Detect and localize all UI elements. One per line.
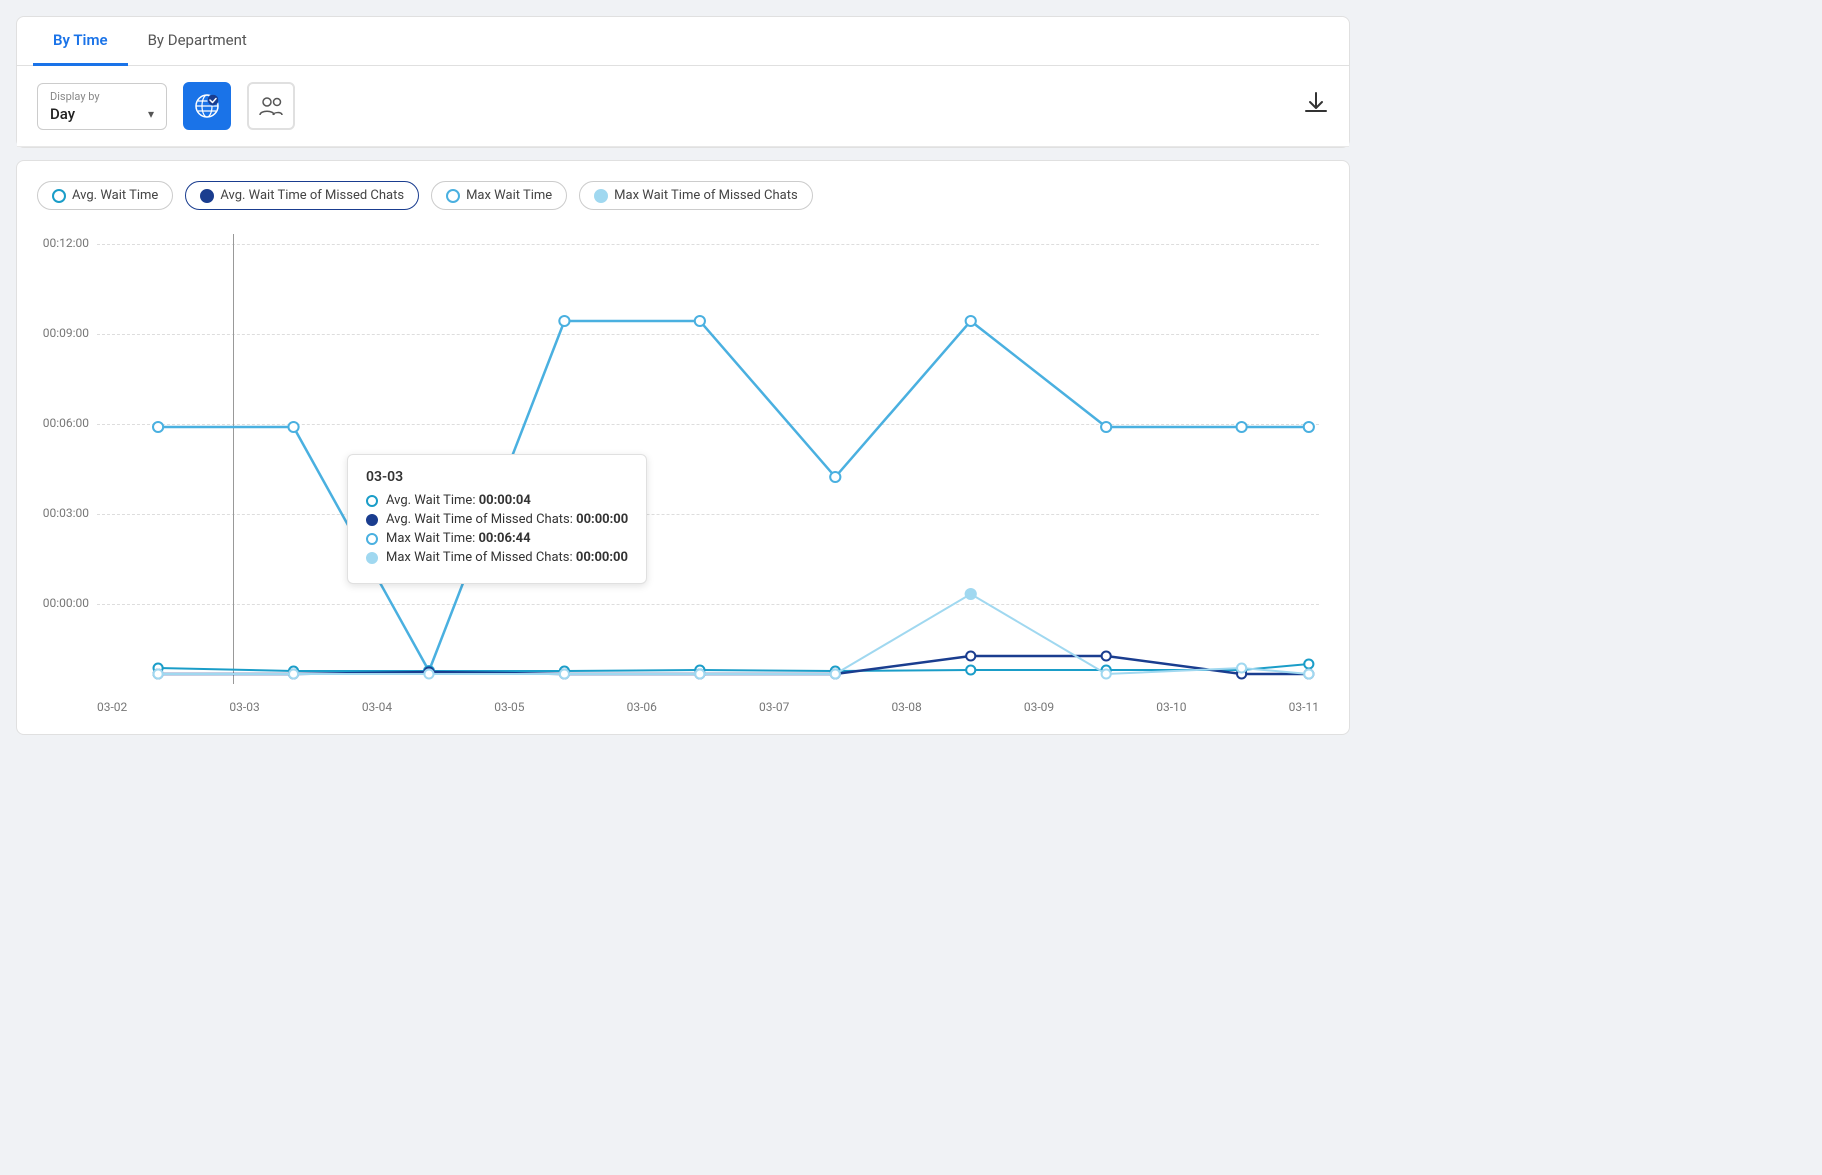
y-label-3: 00:03:00: [37, 506, 89, 520]
chevron-down-icon: ▾: [148, 107, 154, 121]
dot-maxm-2: [289, 670, 298, 679]
y-label-2: 00:06:00: [37, 416, 89, 430]
dot-avg-7: [966, 666, 975, 675]
globe-icon: [193, 92, 221, 120]
tooltip-row-1: Avg. Wait Time of Missed Chats: 00:00:00: [366, 512, 628, 527]
team-icon-button[interactable]: [247, 82, 295, 130]
tab-by-department[interactable]: By Department: [128, 17, 267, 66]
chart-svg: [97, 234, 1319, 684]
legend-dot-avg-missed: [200, 189, 214, 203]
legend-max-wait-time-missed[interactable]: Max Wait Time of Missed Chats: [579, 181, 813, 210]
x-label-7: 03-09: [1024, 700, 1054, 714]
dot-maxm-9: [1237, 664, 1246, 673]
dot-max-wait-7: [966, 316, 976, 326]
controls-section: Display by Day ▾: [17, 66, 1349, 147]
dot-max-wait-2: [288, 422, 298, 432]
dot-max-wait-8: [1101, 422, 1111, 432]
tooltip-dot-0: [366, 495, 378, 507]
x-label-4: 03-06: [627, 700, 657, 714]
tooltip-row-0: Avg. Wait Time: 00:00:04: [366, 493, 628, 508]
legend-dot-avg: [52, 189, 66, 203]
line-max-wait-time: [158, 321, 1309, 671]
chart-area: 00:12:00 00:09:00 00:06:00 00:03:00 00:0…: [37, 234, 1329, 714]
download-button[interactable]: [1303, 90, 1329, 122]
x-label-5: 03-07: [759, 700, 789, 714]
dot-maxm-3: [424, 670, 433, 679]
controls-left: Display by Day ▾: [37, 82, 295, 130]
display-by-label: Display by: [50, 90, 154, 103]
display-by-value: Day: [50, 105, 75, 123]
globe-icon-button[interactable]: [183, 82, 231, 130]
x-axis: 03-02 03-03 03-04 03-05 03-06 03-07 03-0…: [97, 700, 1319, 714]
y-label-0: 00:12:00: [37, 236, 89, 250]
x-label-6: 03-08: [891, 700, 921, 714]
dot-max-wait-10: [1304, 422, 1314, 432]
dot-max-wait-6: [830, 472, 840, 482]
dot-maxm-4: [560, 670, 569, 679]
tooltip-row-2: Max Wait Time: 00:06:44: [366, 531, 628, 546]
x-label-0: 03-02: [97, 700, 127, 714]
legend-avg-wait-time-missed[interactable]: Avg. Wait Time of Missed Chats: [185, 181, 419, 210]
legend-dot-max: [446, 189, 460, 203]
tooltip-dot-1: [366, 514, 378, 526]
chart-section: Avg. Wait Time Avg. Wait Time of Missed …: [16, 160, 1350, 735]
legend-dot-max-missed: [594, 189, 608, 203]
dot-maxm-7: [966, 589, 976, 599]
legend-row: Avg. Wait Time Avg. Wait Time of Missed …: [37, 181, 1329, 210]
dot-maxm-6: [831, 670, 840, 679]
legend-max-wait-time[interactable]: Max Wait Time: [431, 181, 567, 210]
x-label-1: 03-03: [229, 700, 259, 714]
dot-max-wait-4: [559, 316, 569, 326]
dot-max-wait-9: [1237, 422, 1247, 432]
dot-max-wait-5: [695, 316, 705, 326]
y-label-1: 00:09:00: [37, 326, 89, 340]
tooltip-dot-3: [366, 552, 378, 564]
x-label-8: 03-10: [1156, 700, 1186, 714]
line-avg-wait-time: [158, 664, 1309, 671]
y-label-4: 00:00:00: [37, 596, 89, 610]
dot-max-wait-1: [153, 422, 163, 432]
dot-maxm-5: [695, 670, 704, 679]
dot-maxm-1: [154, 670, 163, 679]
download-icon: [1303, 90, 1329, 116]
x-label-3: 03-05: [494, 700, 524, 714]
tab-by-time[interactable]: By Time: [33, 17, 128, 66]
x-label-2: 03-04: [362, 700, 392, 714]
tooltip-date: 03-03: [366, 469, 628, 485]
dot-avgm-8: [1102, 652, 1111, 661]
x-label-9: 03-11: [1289, 700, 1319, 714]
display-by-select[interactable]: Day ▾: [50, 105, 154, 123]
dot-maxm-10: [1304, 670, 1313, 679]
tabs-section: By Time By Department: [17, 17, 1349, 66]
dot-avgm-7: [966, 652, 975, 661]
people-icon: [257, 92, 285, 120]
legend-avg-wait-time[interactable]: Avg. Wait Time: [37, 181, 173, 210]
display-by-dropdown[interactable]: Display by Day ▾: [37, 83, 167, 130]
tooltip-row-3: Max Wait Time of Missed Chats: 00:00:00: [366, 550, 628, 565]
tooltip-dot-2: [366, 533, 378, 545]
tooltip-box: 03-03 Avg. Wait Time: 00:00:04 Avg. Wait…: [347, 454, 647, 584]
line-max-missed: [158, 594, 1309, 674]
dot-avg-10: [1304, 660, 1313, 669]
main-container: By Time By Department Display by Day ▾: [0, 0, 1366, 860]
dot-maxm-8: [1102, 670, 1111, 679]
